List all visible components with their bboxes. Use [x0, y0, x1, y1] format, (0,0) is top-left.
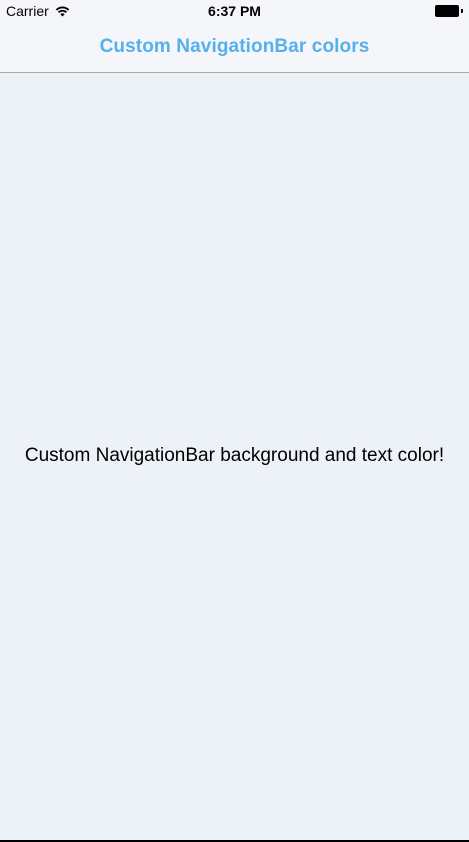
- status-time: 6:37 PM: [208, 3, 261, 19]
- battery-icon: [435, 5, 463, 17]
- battery-level: [435, 5, 459, 17]
- status-bar: Carrier 6:37 PM: [0, 0, 469, 22]
- navigation-bar: Custom NavigationBar colors: [0, 22, 469, 73]
- content-message: Custom NavigationBar background and text…: [24, 445, 445, 466]
- battery-tip: [461, 9, 463, 13]
- main-content: Custom NavigationBar background and text…: [0, 73, 469, 840]
- nav-title: Custom NavigationBar colors: [99, 36, 370, 57]
